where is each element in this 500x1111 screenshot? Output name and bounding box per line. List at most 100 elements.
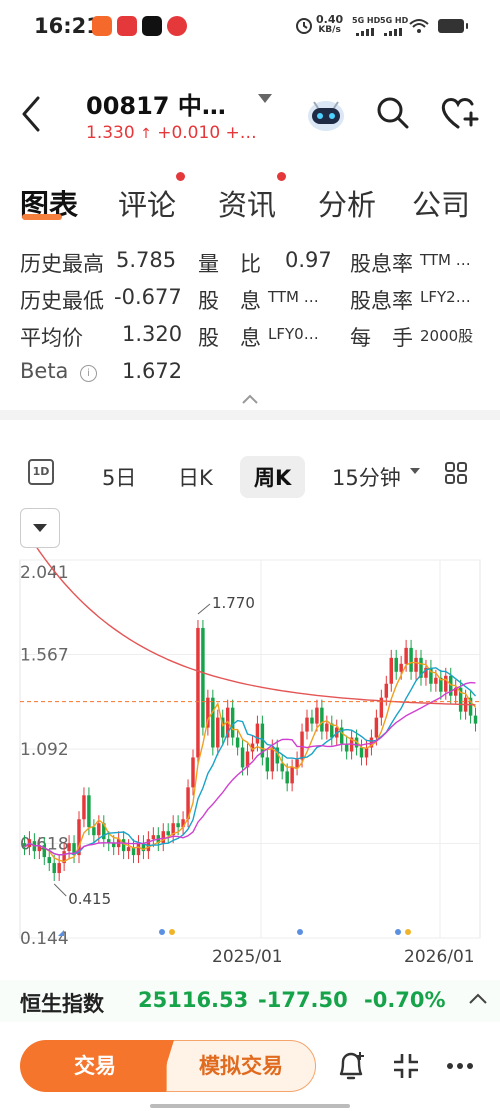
candlestick-chart[interactable]: 2.0411.5671.0920.6180.1441.7700.4152025/… bbox=[0, 548, 500, 968]
lot-size-label: 每 手 bbox=[350, 326, 413, 350]
candle-body bbox=[305, 717, 309, 732]
candle-body bbox=[111, 843, 116, 848]
stock-quote: 1.330 ↑ +0.010 +… bbox=[86, 123, 257, 143]
hist-high-label: 历史最高 bbox=[20, 252, 104, 276]
tab-news[interactable]: 资讯 bbox=[218, 182, 276, 224]
search-icon[interactable] bbox=[376, 96, 410, 130]
candle-body bbox=[196, 627, 200, 758]
chevron-down-icon[interactable] bbox=[258, 94, 272, 103]
tab-company[interactable]: 公司 bbox=[412, 182, 470, 224]
candle-body bbox=[444, 675, 448, 692]
hist-high-value: 5.785 bbox=[116, 248, 177, 272]
candle-body bbox=[136, 843, 141, 856]
candle-body bbox=[151, 835, 156, 840]
dividend-ttm-value: TTM … bbox=[268, 288, 319, 306]
avg-price-label: 平均价 bbox=[20, 326, 83, 350]
info-icon[interactable]: i bbox=[80, 365, 97, 382]
y-tick-label: 1.567 bbox=[20, 645, 69, 665]
app-notification-icon bbox=[117, 16, 137, 36]
app-notification-icon bbox=[92, 16, 112, 36]
candle-body bbox=[359, 747, 364, 758]
event-marker bbox=[395, 929, 401, 935]
candle-body bbox=[166, 831, 170, 836]
candle-body bbox=[285, 771, 289, 784]
chart-settings-dropdown[interactable] bbox=[20, 508, 60, 548]
one-day-icon[interactable]: 1D bbox=[28, 459, 54, 485]
grid-layout-icon[interactable] bbox=[444, 461, 468, 485]
period-weekly[interactable]: 周K bbox=[240, 456, 306, 498]
dividend-ttm-label: 股 息 bbox=[198, 289, 261, 313]
candle-body bbox=[201, 627, 205, 728]
period-15min[interactable]: 15分钟 bbox=[332, 462, 401, 492]
candle-body bbox=[310, 717, 314, 724]
net-speed-unit: KB/s bbox=[318, 25, 341, 35]
yield-lfy-label: 股息率 bbox=[350, 289, 413, 313]
signal-icon bbox=[384, 28, 402, 36]
candle-body bbox=[409, 647, 413, 672]
period-daily[interactable]: 日K bbox=[178, 462, 213, 492]
alarm-icon bbox=[296, 18, 312, 34]
tab-analysis[interactable]: 分析 bbox=[318, 182, 376, 224]
battery-icon bbox=[438, 19, 468, 33]
candle-body bbox=[121, 839, 126, 852]
notification-dot bbox=[176, 172, 185, 181]
candle-body bbox=[434, 677, 438, 684]
dividend-lfy-label: 股 息 bbox=[198, 326, 261, 350]
period-5d[interactable]: 5日 bbox=[102, 462, 136, 492]
app-notification-icon bbox=[167, 16, 187, 36]
trade-button[interactable]: 交易 bbox=[20, 1040, 170, 1092]
fullscreen-icon[interactable] bbox=[392, 1052, 420, 1080]
candle-body bbox=[216, 717, 220, 748]
candle-body bbox=[92, 827, 96, 836]
candle-body bbox=[126, 847, 131, 852]
candle-body bbox=[191, 757, 195, 788]
stats-row: Beta i 1.672 bbox=[0, 359, 500, 395]
chevron-down-icon[interactable] bbox=[410, 468, 420, 474]
candle-body bbox=[67, 843, 71, 852]
status-time: 16:21 bbox=[34, 14, 101, 38]
hist-low-value: -0.677 bbox=[114, 285, 182, 309]
annotation-leader bbox=[53, 883, 67, 897]
index-ticker-bar[interactable]: 恒生指数 25116.53 -177.50 -0.70% bbox=[0, 980, 500, 1022]
price: 1.330 bbox=[86, 123, 135, 143]
candle-body bbox=[389, 657, 393, 684]
candle-body bbox=[235, 737, 240, 748]
event-marker bbox=[159, 929, 165, 935]
candle-body bbox=[325, 723, 329, 732]
price-change-pct: +… bbox=[225, 123, 257, 143]
net-speed-value: 0.40 bbox=[316, 13, 344, 26]
stock-title[interactable]: 00817 中… bbox=[86, 86, 226, 121]
add-watchlist-icon[interactable] bbox=[440, 95, 480, 131]
candle-body bbox=[384, 683, 389, 698]
tab-comments[interactable]: 评论 bbox=[118, 182, 176, 224]
back-arrow-icon[interactable] bbox=[20, 96, 44, 132]
stats-row: 平均价 1.320 股 息 LFY0… 每 手 2000股 bbox=[0, 322, 500, 358]
annotation-label: 0.415 bbox=[68, 890, 111, 908]
vol-ratio-label: 量 比 bbox=[198, 252, 261, 276]
x-tick-label: 2026/01 bbox=[404, 947, 475, 967]
lot-size-value: 2000股 bbox=[420, 327, 474, 345]
candle-body bbox=[414, 657, 418, 672]
candle-body bbox=[300, 731, 304, 760]
y-tick-label: 0.144 bbox=[20, 929, 69, 949]
ai-robot-icon[interactable] bbox=[304, 94, 348, 134]
expand-up-icon[interactable] bbox=[468, 992, 488, 1006]
candle-body bbox=[270, 747, 275, 772]
price-alert-bell-icon[interactable] bbox=[336, 1050, 366, 1082]
event-marker bbox=[169, 929, 175, 935]
sim2-label: 5G HD bbox=[380, 16, 409, 25]
tiktok-icon bbox=[142, 16, 162, 36]
hist-low-label: 历史最低 bbox=[20, 289, 104, 313]
vol-ratio-value: 0.97 bbox=[285, 248, 332, 272]
candle-body bbox=[240, 747, 245, 768]
sim1-label: 5G HD bbox=[352, 16, 381, 25]
section-tabs: 图表 评论 资讯 分析 公司 bbox=[0, 172, 500, 232]
notification-dot bbox=[277, 172, 286, 181]
more-options-icon[interactable] bbox=[446, 1062, 474, 1070]
beta-value: 1.672 bbox=[122, 359, 183, 383]
net-speed: 0.40 KB/s bbox=[316, 14, 343, 36]
candle-body bbox=[320, 707, 324, 732]
stats-row: 历史最高 5.785 量 比 0.97 股息率 TTM … bbox=[0, 248, 500, 284]
simulated-trade-button[interactable]: 模拟交易 bbox=[166, 1040, 316, 1092]
collapse-chevron-icon[interactable] bbox=[242, 394, 258, 404]
